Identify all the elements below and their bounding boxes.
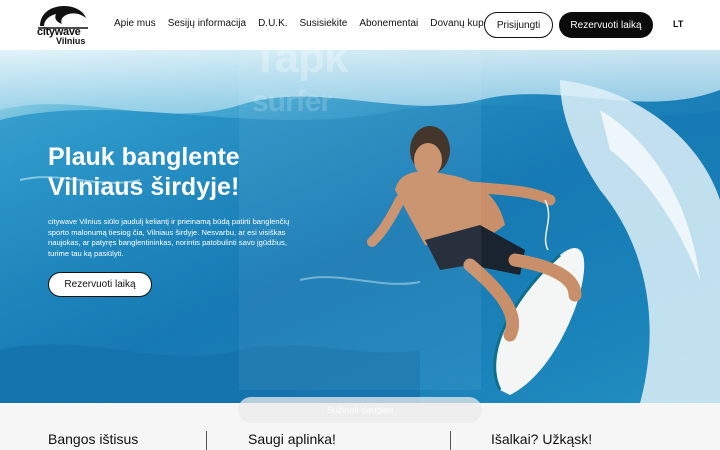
book-time-button[interactable]: Rezervuoti laiką xyxy=(559,12,653,38)
nav-item-about[interactable]: Apie mus xyxy=(114,18,156,29)
feature-waves: Bangos ištisus xyxy=(48,431,139,447)
main-nav: Apie mus Sesijų informacija D.U.K. Susis… xyxy=(114,18,515,29)
site-header: citywave Vilnius Apie mus Sesijų informa… xyxy=(0,0,720,50)
nav-item-contact[interactable]: Susisiekite xyxy=(300,18,348,29)
promo-popup-heading-line2: surfer xyxy=(252,85,332,118)
feature-divider xyxy=(206,431,207,450)
login-button[interactable]: Prisijungti xyxy=(484,12,553,38)
language-selector[interactable]: LT xyxy=(673,19,683,29)
learn-more-button[interactable]: Sužinoti daugiau xyxy=(238,397,482,423)
nav-item-faq[interactable]: D.U.K. xyxy=(258,18,287,29)
logo-city: Vilnius xyxy=(56,36,86,46)
citywave-logo[interactable]: citywave Vilnius xyxy=(36,4,92,46)
feature-safe-environment: Saugi aplinka! xyxy=(248,431,336,447)
hero-book-button[interactable]: Rezervuoti laiką xyxy=(48,272,152,297)
feature-divider xyxy=(450,431,451,450)
nav-item-memberships[interactable]: Abonementai xyxy=(359,18,418,29)
feature-food: Išalkai? Užkąsk! xyxy=(491,431,593,447)
nav-item-sessions[interactable]: Sesijų informacija xyxy=(168,18,246,29)
